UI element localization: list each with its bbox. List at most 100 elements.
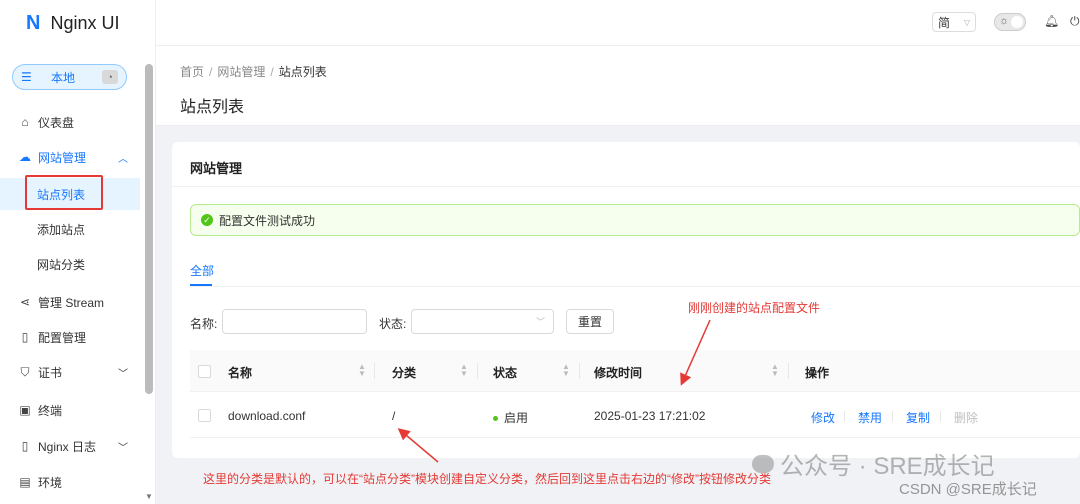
language-value: 简 <box>938 15 951 30</box>
terminal-icon: ▣ <box>19 403 31 417</box>
chevron-up-icon: ︿ <box>118 153 128 165</box>
tab-baseline <box>190 286 1080 287</box>
card-title: 网站管理 <box>190 161 243 176</box>
sidebar: N Nginx UI ☰ 本地 ◔ ⌂ 仪表盘 ☁ 网站管理 ︿ 站点列表 添加… <box>0 0 156 504</box>
list-icon: ☰ <box>21 70 32 84</box>
watermark-wechat: 公众号 · SRE成长记 <box>752 446 995 481</box>
page-header: 首页 / 网站管理 / 站点列表 站点列表 <box>156 46 1080 126</box>
column-header-modified[interactable]: 修改时间 <box>594 364 642 381</box>
name-filter-label: 名称: <box>190 317 218 331</box>
column-header-actions: 操作 <box>805 366 830 380</box>
sidebar-item-nginx-log[interactable]: ▯ Nginx 日志 ﹀ <box>0 430 140 462</box>
breadcrumb: 首页 / 网站管理 / 站点列表 <box>180 65 327 79</box>
annotation-top: 刚刚创建的站点配置文件 <box>688 301 821 315</box>
reset-button[interactable]: 重置 <box>566 309 614 334</box>
name-filter-input[interactable] <box>222 309 367 334</box>
row-status: 启用 <box>493 409 528 426</box>
sidebar-item-label: Nginx 日志 <box>38 439 97 454</box>
toggle-knob <box>1011 16 1023 28</box>
sidebar-item-dashboard[interactable]: ⌂ 仪表盘 <box>0 106 140 138</box>
column-header-category[interactable]: 分类 <box>392 364 416 381</box>
theme-toggle[interactable]: ☼ <box>994 13 1026 31</box>
user-icon[interactable]: ⏻ <box>1070 14 1080 29</box>
table-header: 名称 ▲ ▼ 分类 ▲ ▼ 状态 ▲ ▼ 修改时间 ▲ ▼ 操作 <box>190 350 1080 392</box>
row-checkbox[interactable] <box>198 409 211 422</box>
dashboard-icon: ◔ <box>102 70 118 84</box>
nginx-logo-icon: N <box>26 11 41 34</box>
sidebar-item-label: 网站管理 <box>38 150 87 165</box>
sort-icon[interactable]: ▲ ▼ <box>460 363 468 378</box>
sidebar-item-label: 环境 <box>38 475 63 490</box>
status-text: 启用 <box>504 411 529 425</box>
row-name: download.conf <box>228 409 306 423</box>
sort-icon[interactable]: ▲ ▼ <box>358 363 366 378</box>
sidebar-item-label: 添加站点 <box>37 222 86 237</box>
success-alert: ✓ 配置文件测试成功 <box>190 204 1080 236</box>
sort-icon[interactable]: ▲ ▼ <box>771 363 779 378</box>
sidebar-item-config[interactable]: ▯ 配置管理 <box>0 321 140 353</box>
breadcrumb-site-management[interactable]: 网站管理 <box>217 65 265 79</box>
divider <box>172 186 1080 187</box>
top-header: 简 ▽ ☼ 🔔︎ ⏻ <box>156 0 1080 46</box>
sidebar-item-label: 网站分类 <box>37 257 86 272</box>
row-category: / <box>392 409 396 423</box>
app-logo[interactable]: N Nginx UI <box>26 10 119 36</box>
annotation-bottom: 这里的分类是默认的，可以在“站点分类”模块创建自定义分类，然后回到这里点击右边的… <box>203 472 771 486</box>
chevron-down-icon: ﹀ <box>118 442 128 454</box>
watermark-csdn: CSDN @SRE成长记 <box>899 481 1037 498</box>
chevron-down-icon: ▽ <box>963 17 970 27</box>
server-icon: ▤ <box>19 475 31 489</box>
status-filter-select[interactable]: ﹀ <box>411 309 554 334</box>
status-filter-label: 状态: <box>379 317 407 331</box>
sidebar-item-environment[interactable]: ▤ 环境 <box>0 466 140 498</box>
column-header-status[interactable]: 状态 <box>493 364 517 381</box>
breadcrumb-home[interactable]: 首页 <box>180 65 204 79</box>
sidebar-item-label: 终端 <box>38 403 63 418</box>
sidebar-item-site-management[interactable]: ☁ 网站管理 ︿ <box>0 141 140 173</box>
sidebar-scrollbar[interactable] <box>145 64 153 394</box>
row-modified: 2025-01-23 17:21:02 <box>594 409 706 423</box>
select-all-checkbox[interactable] <box>198 365 211 378</box>
app-name: Nginx UI <box>50 12 120 33</box>
table-row: download.conf / 启用 2025-01-23 17:21:02 修… <box>190 394 1080 438</box>
sidebar-item-site-category[interactable]: 网站分类 <box>0 248 140 280</box>
page-title: 站点列表 <box>180 99 245 116</box>
disable-button[interactable]: 禁用 <box>858 409 882 426</box>
status-dot-icon <box>493 416 498 422</box>
sun-icon: ☼ <box>999 15 1010 27</box>
scroll-down-icon[interactable]: ▼ <box>145 492 153 501</box>
sidebar-item-label: 配置管理 <box>38 330 87 345</box>
home-icon: ⌂ <box>21 115 29 129</box>
alert-text: 配置文件测试成功 <box>219 213 316 228</box>
sidebar-item-label: 仪表盘 <box>38 115 75 130</box>
breadcrumb-current: 站点列表 <box>278 65 327 79</box>
tab-all[interactable]: 全部 <box>190 262 214 279</box>
environment-label: 本地 <box>51 70 76 85</box>
file-icon: ▯ <box>21 439 29 453</box>
sidebar-item-label: 证书 <box>38 365 63 380</box>
delete-button[interactable]: 删除 <box>954 409 978 426</box>
language-select[interactable]: 简 ▽ <box>932 12 976 32</box>
check-circle-icon: ✓ <box>201 214 213 226</box>
shield-icon: ⛉ <box>20 364 30 379</box>
file-icon: ▯ <box>21 330 29 344</box>
chevron-down-icon: ﹀ <box>535 317 545 327</box>
sidebar-item-label: 管理 Stream <box>38 295 105 310</box>
column-header-name[interactable]: 名称 <box>228 364 252 381</box>
cloud-icon: ☁ <box>19 150 31 164</box>
sort-icon[interactable]: ▲ ▼ <box>562 363 570 378</box>
sidebar-item-add-site[interactable]: 添加站点 <box>0 213 140 245</box>
bell-icon[interactable]: 🔔︎ <box>1044 14 1059 28</box>
chevron-down-icon: ﹀ <box>118 368 128 380</box>
sidebar-item-stream[interactable]: ⋖ 管理 Stream <box>0 286 140 318</box>
environment-selector[interactable]: ☰ 本地 ◔ <box>12 64 127 90</box>
duplicate-button[interactable]: 复制 <box>906 409 930 426</box>
wechat-icon <box>752 454 774 473</box>
sidebar-item-terminal[interactable]: ▣ 终端 <box>0 394 140 426</box>
watermark-text: 公众号 · SRE成长记 <box>780 453 995 480</box>
edit-button[interactable]: 修改 <box>811 409 835 426</box>
site-management-card: 网站管理 ✓ 配置文件测试成功 全部 名称: 状态: ﹀ 重置 名称 ▲ ▼ 分类… <box>172 142 1080 458</box>
sidebar-item-certificate[interactable]: ⛉ 证书 ﹀ <box>0 356 140 388</box>
highlight-box <box>25 175 103 210</box>
share-icon: ⋖ <box>19 295 31 309</box>
